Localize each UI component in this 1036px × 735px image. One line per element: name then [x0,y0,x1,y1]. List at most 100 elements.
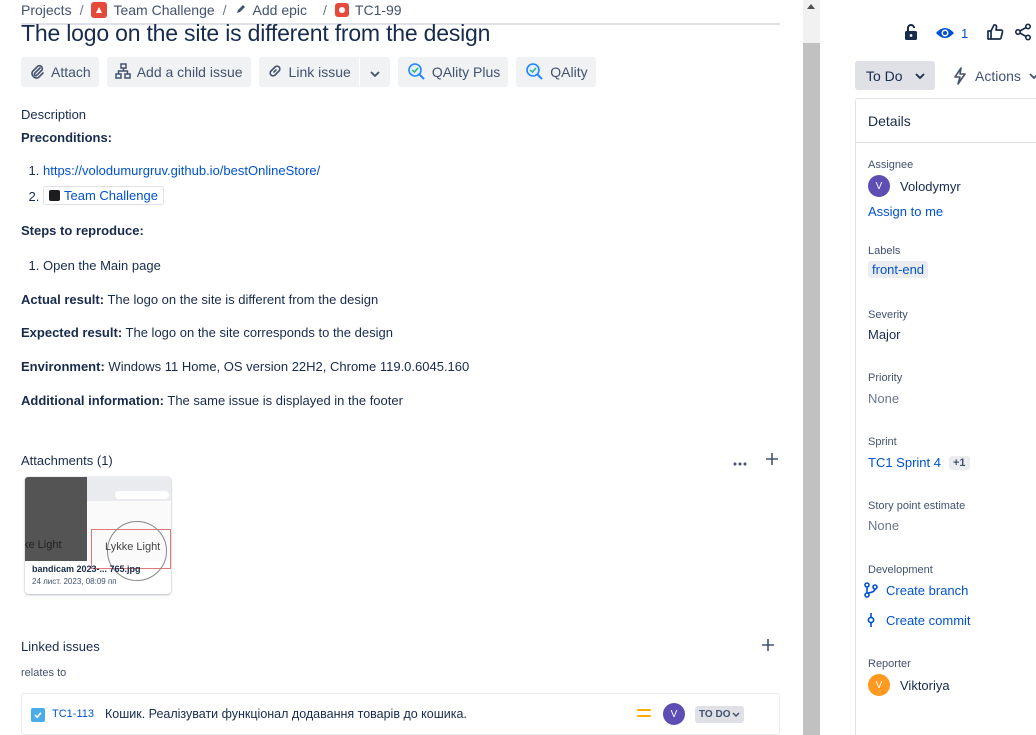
reporter-field: Reporter V Viktoriya [868,658,950,696]
status-dropdown[interactable]: TO DO [695,706,745,723]
attach-label: Attach [51,64,91,80]
scrollbar[interactable] [803,0,820,735]
list-item: Open the Main page [43,258,161,273]
project-smart-link[interactable]: Team Challenge [43,186,164,205]
assign-to-me-link[interactable]: Assign to me [868,204,961,219]
description-label: Description [21,107,87,122]
expected-result-line: Expected result: The logo on the site co… [21,325,393,340]
link-issue-dropdown[interactable] [360,57,390,87]
sprint-value[interactable]: TC1 Sprint 4 +1 [868,455,970,470]
labels-field: Labels front-end [868,245,929,278]
story-points-value[interactable]: None [868,518,965,533]
preconditions-heading: Preconditions: [21,130,113,145]
assignee-field: Assignee V Volodymyr Assign to me [868,159,961,219]
status-label: To Do [866,67,903,84]
scrollbar-thumb[interactable] [803,43,820,735]
commit-icon [867,613,875,627]
additional-info-line: Additional information: The same issue i… [21,393,403,408]
add-child-issue-button[interactable]: Add a child issue [106,57,251,87]
issue-toolbar: Attach Add a child issue Link issue QAli… [21,57,596,87]
avatar: V [868,674,890,696]
story-points-label: Story point estimate [868,500,966,512]
priority-label: Priority [868,372,903,384]
steps-heading: Steps to reproduce: [21,223,144,238]
preconditions-list: https://volodumurgruv.github.io/bestOnli… [43,163,320,205]
project-icon [91,2,108,18]
chevron-down-icon [914,72,925,79]
watch-button[interactable]: 1 [935,26,968,41]
attachment-preview: ke Light Lykke Light [25,477,171,581]
assignee-value[interactable]: V Volodymyr [868,175,961,197]
list-item: Team Challenge [43,186,320,205]
qality-plus-icon [406,61,426,84]
linked-issue-row[interactable]: TC1-113 Кошик. Реалізувати функціонал до… [21,693,780,735]
create-branch-link[interactable]: Create branch [864,582,971,598]
priority-field: Priority None [868,372,902,406]
more-icon[interactable] [733,453,747,469]
linked-issue-key[interactable]: TC1-113 [52,708,94,720]
create-commit-link[interactable]: Create commit [864,612,971,628]
lock-icon[interactable] [903,23,919,44]
labels-value[interactable]: front-end [868,261,929,278]
actions-label: Actions [975,67,1021,84]
severity-value[interactable]: Major [868,327,908,342]
qality-plus-button[interactable]: QAlity Plus [397,57,509,87]
breadcrumb-add-epic[interactable]: Add epic [235,2,307,18]
chevron-down-icon [1029,72,1036,79]
development-label: Development [868,564,933,576]
link-icon [267,63,283,82]
details-panel: Details Assignee V Volodymyr Assign to m… [855,98,1036,735]
paperclip-icon [29,63,45,82]
issue-actions-top: 1 [903,22,1032,44]
avatar[interactable]: V [663,703,685,725]
actual-result-line: Actual result: The logo on the site is d… [21,292,379,307]
priority-value[interactable]: None [868,391,902,406]
eye-icon [936,28,954,38]
breadcrumb-issue-key: TC1-99 [354,2,402,18]
relation-type-label: relates to [21,667,67,679]
qality-label: QAlity [550,64,588,80]
attachment-date: 24 лист. 2023, 08:09 пп [32,577,117,586]
list-item: https://volodumurgruv.github.io/bestOnli… [43,163,320,178]
sprint-field: Sprint TC1 Sprint 4 +1 [868,436,970,470]
qality-button[interactable]: QAlity [516,57,596,87]
severity-label: Severity [868,309,908,321]
breadcrumb-separator: / [222,2,227,18]
add-attachment-icon[interactable] [765,452,779,469]
qality-icon [524,61,544,84]
reporter-value[interactable]: V Viktoriya [868,674,950,696]
status-transition-button[interactable]: To Do [855,61,935,90]
watchers-count: 1 [961,25,969,41]
assignee-label: Assignee [868,159,914,171]
thumbs-up-icon[interactable] [986,23,1004,44]
scroll-up-arrow[interactable] [807,4,815,9]
child-issue-icon [114,62,131,82]
attach-button[interactable]: Attach [21,57,99,87]
attachment-card[interactable]: ke Light Lykke Light bandicam 2023-... 7… [25,477,171,594]
share-icon[interactable] [1014,22,1032,44]
steps-list: Open the Main page [43,258,161,273]
linked-issue-summary[interactable]: Кошик. Реалізувати функціонал додавання … [105,707,467,721]
priority-medium-icon [637,709,651,721]
sprint-link[interactable]: TC1 Sprint 4 [868,455,941,470]
precondition-url-link[interactable]: https://volodumurgruv.github.io/bestOnli… [43,163,320,178]
attachments-header: Attachments (1) [21,453,113,468]
actions-button[interactable]: Actions [953,61,1036,90]
details-header[interactable]: Details [856,99,1036,143]
attachments-actions [733,452,779,469]
reporter-label: Reporter [868,658,911,670]
breadcrumb-project[interactable]: Team Challenge [91,2,215,18]
link-issue-button[interactable]: Link issue [259,57,359,87]
development-field: Development Create branch Create commit [864,564,971,628]
sprint-more-badge[interactable]: +1 [948,455,970,470]
breadcrumb-add-epic-label: Add epic [252,2,308,18]
issue-title[interactable]: The logo on the site is different from t… [21,20,490,47]
label-tag[interactable]: front-end [868,261,929,278]
chevron-down-icon [370,64,380,80]
qality-plus-label: QAlity Plus [431,64,501,80]
breadcrumb-issue[interactable]: TC1-99 [334,2,402,18]
add-linked-issue-icon[interactable] [761,638,775,655]
breadcrumb-separator: / [323,2,327,18]
chevron-down-icon [732,712,741,717]
breadcrumb-projects[interactable]: Projects [21,2,72,18]
